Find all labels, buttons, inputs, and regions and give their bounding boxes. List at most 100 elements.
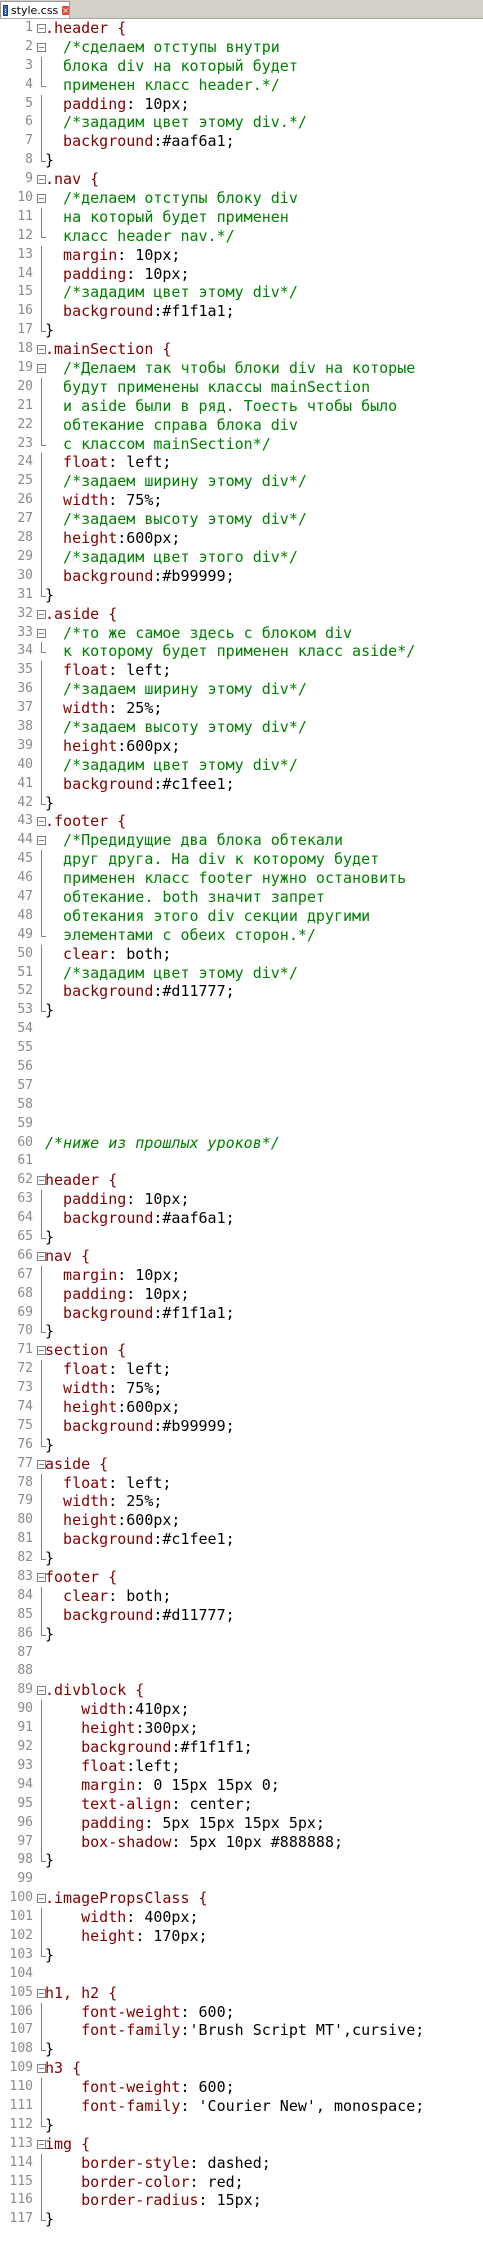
code-line[interactable]: 80 height:600px; — [0, 1511, 483, 1531]
code-line[interactable]: 101 width: 400px; — [0, 1908, 483, 1927]
code-line[interactable]: 88 — [0, 1662, 483, 1681]
code-line[interactable]: 16 background:#f1f1a1; — [0, 302, 483, 322]
code-line[interactable]: 21 и aside были в ряд. Тоесть чтобы было — [0, 396, 483, 416]
code-line[interactable]: 78 float: left; — [0, 1473, 483, 1493]
code-line[interactable]: 33 /*то же самое здесь с блоком div — [0, 624, 483, 643]
code-line[interactable]: 43 .footer { — [0, 812, 483, 831]
code-line[interactable]: 103} — [0, 1945, 483, 1965]
code-line[interactable]: 84 clear: both; — [0, 1586, 483, 1606]
code-line[interactable]: 111 font-family: 'Courier New', monospac… — [0, 2096, 483, 2116]
code-line[interactable]: 60 /*ниже из прошлых уроков*/ — [0, 1134, 483, 1153]
code-line[interactable]: 102 height: 170px; — [0, 1926, 483, 1946]
code-line[interactable]: 99 — [0, 1870, 483, 1889]
code-line[interactable]: 11 на который будет применен — [0, 207, 483, 227]
code-line[interactable]: 7 background:#aaf6a1; — [0, 132, 483, 152]
code-line[interactable]: 2 /*сделаем отступы внутри — [0, 38, 483, 57]
code-line[interactable]: 18 .mainSection { — [0, 340, 483, 359]
code-line[interactable]: 25 /*задаем ширину этому div*/ — [0, 472, 483, 492]
code-line[interactable]: 63 padding: 10px; — [0, 1190, 483, 1210]
code-line[interactable]: 74 height:600px; — [0, 1398, 483, 1417]
code-line[interactable]: 117} — [0, 2210, 483, 2229]
code-line[interactable]: 49 элементами с обеих сторон.*/ — [0, 925, 483, 945]
code-line[interactable]: 83 footer { — [0, 1568, 483, 1587]
code-line[interactable]: 104 — [0, 1965, 483, 1984]
code-line[interactable]: 71 section { — [0, 1341, 483, 1360]
code-line[interactable]: 55 — [0, 1039, 483, 1058]
code-line[interactable]: 62 header { — [0, 1171, 483, 1190]
code-line[interactable]: 50 clear: both; — [0, 944, 483, 964]
code-line[interactable]: 30 background:#b99999; — [0, 566, 483, 586]
code-line[interactable]: 91 height:300px; — [0, 1719, 483, 1738]
code-line[interactable]: 31} — [0, 585, 483, 605]
code-line[interactable]: 75 background:#b99999; — [0, 1416, 483, 1436]
code-line[interactable]: 89 .divblock { — [0, 1681, 483, 1700]
code-line[interactable]: 86} — [0, 1624, 483, 1644]
code-line[interactable]: 70} — [0, 1322, 483, 1341]
code-line[interactable]: 20 будут применены классы mainSection — [0, 377, 483, 397]
code-line[interactable]: 110 font-weight: 600; — [0, 2078, 483, 2097]
code-line[interactable]: 68 padding: 10px; — [0, 1284, 483, 1304]
code-line[interactable]: 61 — [0, 1152, 483, 1171]
code-line[interactable]: 29 /*зададим цвет этого div*/ — [0, 547, 483, 567]
code-line[interactable]: 40 /*зададим цвет этому div*/ — [0, 755, 483, 775]
code-line[interactable]: 24 float: left; — [0, 453, 483, 473]
code-line[interactable]: 6 /*зададим цвет этому div.*/ — [0, 113, 483, 133]
code-line[interactable]: 85 background:#d11777; — [0, 1605, 483, 1625]
code-line[interactable]: 115 border-color: red; — [0, 2172, 483, 2192]
code-line[interactable]: 65} — [0, 1228, 483, 1247]
code-line[interactable]: 4 применен класс header.*/ — [0, 75, 483, 95]
code-line[interactable]: 112} — [0, 2115, 483, 2135]
code-line[interactable]: 100 .imagePropsClass { — [0, 1889, 483, 1908]
code-line[interactable]: 57 — [0, 1077, 483, 1096]
code-line[interactable]: 108} — [0, 2040, 483, 2059]
code-line[interactable]: 94 margin: 0 15px 15px 0; — [0, 1775, 483, 1795]
code-line[interactable]: 19 /*Делаем так чтобы блоки div на котор… — [0, 359, 483, 378]
code-line[interactable]: 9 .nav { — [0, 170, 483, 189]
code-line[interactable]: 79 width: 25%; — [0, 1492, 483, 1512]
code-line[interactable]: 114 border-style: dashed; — [0, 2153, 483, 2173]
code-line[interactable]: 52 background:#d11777; — [0, 982, 483, 1002]
code-line[interactable]: 28 height:600px; — [0, 529, 483, 548]
code-line[interactable]: 82} — [0, 1549, 483, 1568]
code-line[interactable]: 36 /*задаем ширину этому div*/ — [0, 680, 483, 699]
code-line[interactable]: 69 background:#f1f1a1; — [0, 1303, 483, 1323]
code-line[interactable]: 98} — [0, 1851, 483, 1870]
code-line[interactable]: 51 /*зададим цвет этому div*/ — [0, 963, 483, 983]
code-line[interactable]: 54 — [0, 1020, 483, 1039]
code-line[interactable]: 53} — [0, 1001, 483, 1020]
code-line[interactable]: 39 height:600px; — [0, 736, 483, 756]
code-line[interactable]: 22 обтекание справа блока div — [0, 415, 483, 435]
code-line[interactable]: 10 /*делаем отступы блоку div — [0, 189, 483, 208]
code-line[interactable]: 32 .aside { — [0, 605, 483, 624]
code-line[interactable]: 73 width: 75%; — [0, 1379, 483, 1398]
code-line[interactable]: 90 width:410px; — [0, 1700, 483, 1720]
code-line[interactable]: 64 background:#aaf6a1; — [0, 1209, 483, 1228]
code-line[interactable]: 14 padding: 10px; — [0, 264, 483, 284]
code-line[interactable]: 58 — [0, 1096, 483, 1115]
code-line[interactable]: 42} — [0, 793, 483, 813]
code-line[interactable]: 12 класс header nav.*/ — [0, 226, 483, 246]
code-line[interactable]: 113 img { — [0, 2135, 483, 2154]
code-line[interactable]: 8} — [0, 151, 483, 170]
code-line[interactable]: 67 margin: 10px; — [0, 1265, 483, 1285]
code-line[interactable]: 44 /*Предидущие два блока обтекали — [0, 831, 483, 850]
code-editor[interactable]: 1 .header {2 /*сделаем отступы внутри 3 бл… — [0, 19, 483, 2229]
code-line[interactable]: 37 width: 25%; — [0, 699, 483, 718]
code-line[interactable]: 92 background:#f1f1f1; — [0, 1738, 483, 1757]
code-line[interactable]: 26 width: 75%; — [0, 491, 483, 511]
code-line[interactable]: 77 aside { — [0, 1455, 483, 1474]
tab-style-css[interactable]: style.css × — [0, 1, 70, 18]
code-line[interactable]: 38 /*задаем высоту этому div*/ — [0, 717, 483, 737]
code-line[interactable]: 107 font-family:'Brush Script MT',cursiv… — [0, 2021, 483, 2041]
code-line[interactable]: 96 padding: 5px 15px 15px 5px; — [0, 1813, 483, 1833]
code-line[interactable]: 109 h3 { — [0, 2059, 483, 2078]
code-line[interactable]: 46 применен класс footer нужно остановит… — [0, 869, 483, 888]
code-line[interactable]: 81 background:#c1fee1; — [0, 1530, 483, 1550]
code-line[interactable]: 17} — [0, 321, 483, 340]
code-line[interactable]: 105 h1, h2 { — [0, 1984, 483, 2003]
code-line[interactable]: 34 к которому будет применен класс aside… — [0, 642, 483, 661]
code-line[interactable]: 116 border-radius: 15px; — [0, 2191, 483, 2211]
code-line[interactable]: 56 — [0, 1058, 483, 1077]
code-line[interactable]: 1 .header { — [0, 19, 483, 38]
code-line[interactable]: 45 друг друга. На div к которому будет — [0, 850, 483, 869]
